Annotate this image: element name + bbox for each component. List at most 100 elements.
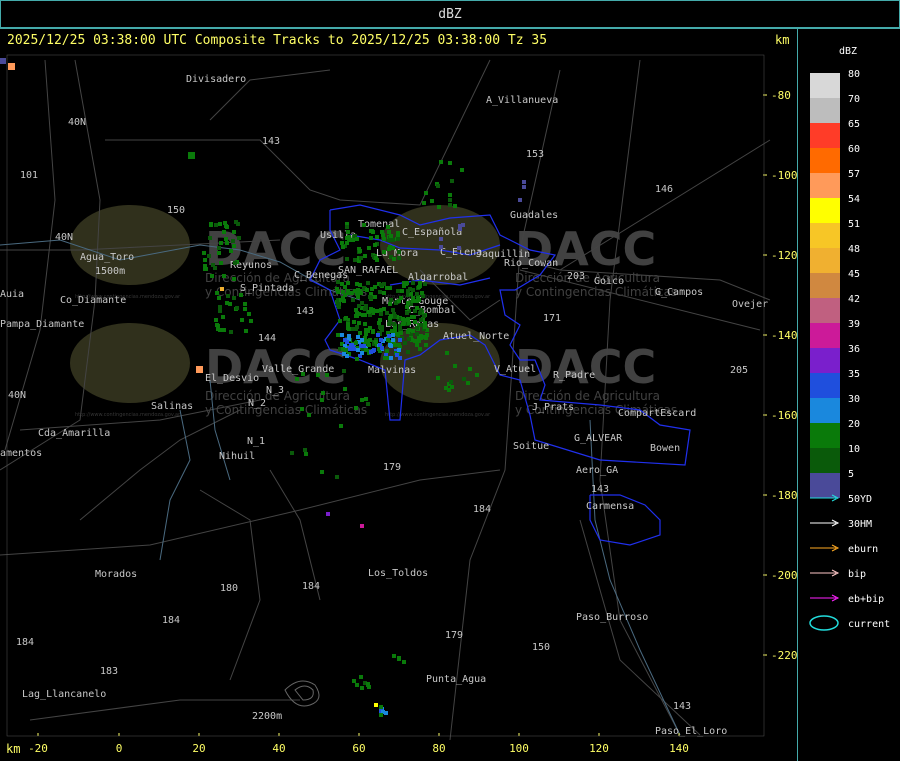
echo-cell bbox=[232, 244, 236, 248]
legend-label: 65 bbox=[848, 119, 860, 130]
echo-cell bbox=[341, 296, 345, 300]
echo-cell bbox=[376, 333, 380, 337]
echo-cell bbox=[188, 152, 195, 159]
echo-cell bbox=[392, 654, 396, 658]
track-label: 30HM bbox=[848, 519, 872, 530]
echo-cell bbox=[449, 380, 453, 384]
echo-cell bbox=[243, 302, 247, 306]
legend-label: 39 bbox=[848, 319, 860, 330]
echo-cell bbox=[365, 288, 369, 292]
echo-cell bbox=[439, 160, 443, 164]
echo-cell bbox=[326, 512, 330, 516]
legend-label: 5 bbox=[848, 469, 854, 480]
place-label: Rio_Cowan bbox=[504, 258, 558, 269]
echo-cell bbox=[203, 258, 207, 262]
echo-cell bbox=[352, 679, 356, 683]
echo-cell bbox=[397, 250, 401, 254]
place-label: Salinas bbox=[151, 401, 193, 412]
echo-cell bbox=[450, 179, 454, 183]
place-label: Guadales bbox=[510, 210, 558, 221]
echo-cell bbox=[379, 705, 383, 709]
echo-cell bbox=[336, 302, 340, 306]
echo-cell bbox=[217, 246, 221, 250]
echo-cell bbox=[368, 295, 372, 299]
echo-cell bbox=[388, 316, 392, 320]
echo-cell bbox=[325, 373, 329, 377]
y-tick-label: -120 bbox=[771, 249, 798, 262]
echo-cell bbox=[375, 309, 379, 313]
place-label: Paso_El_Loro bbox=[655, 726, 727, 737]
x-tick-label: -20 bbox=[28, 742, 48, 755]
echo-cell bbox=[219, 241, 223, 245]
echo-cell bbox=[339, 424, 343, 428]
echo-cell bbox=[396, 231, 400, 235]
radar-map[interactable]: DACCDirección de Agriculturay Contingenc… bbox=[0, 0, 900, 761]
echo-cell bbox=[232, 230, 236, 234]
echo-cell bbox=[229, 330, 233, 334]
legend-label: 60 bbox=[848, 144, 860, 155]
place-label: Los_Toldos bbox=[368, 568, 428, 579]
x-tick-label: 140 bbox=[669, 742, 689, 755]
echo-cell bbox=[385, 349, 389, 353]
echo-cell bbox=[341, 245, 345, 249]
echo-cell bbox=[373, 295, 377, 299]
echo-cell bbox=[214, 223, 218, 227]
echo-cell bbox=[342, 369, 346, 373]
place-label: 40N bbox=[8, 390, 26, 401]
y-tick-label: -220 bbox=[771, 649, 798, 662]
echo-cell bbox=[419, 323, 423, 327]
echo-cell bbox=[392, 322, 396, 326]
y-tick-label: -180 bbox=[771, 489, 798, 502]
echo-cell bbox=[436, 376, 440, 380]
legend-label: 57 bbox=[848, 169, 860, 180]
place-label: Goico bbox=[594, 276, 624, 287]
echo-cell bbox=[219, 261, 223, 265]
echo-cell bbox=[462, 377, 466, 381]
echo-cell bbox=[424, 191, 428, 195]
legend-label: 35 bbox=[848, 369, 860, 380]
echo-cell bbox=[355, 325, 359, 329]
watermark-logo-icon bbox=[70, 323, 190, 403]
echo-cell bbox=[344, 348, 348, 352]
echo-cell bbox=[380, 346, 384, 350]
echo-cell bbox=[366, 682, 370, 686]
echo-cell bbox=[355, 314, 359, 318]
echo-cell bbox=[316, 373, 320, 377]
echo-cell bbox=[368, 338, 372, 342]
legend-swatch bbox=[810, 348, 840, 373]
track-legend: 50YD 30HM eburn bip eb+bip current bbox=[809, 494, 890, 631]
echo-cell bbox=[400, 289, 404, 293]
echo-cell bbox=[359, 675, 363, 679]
echo-cell bbox=[247, 312, 251, 316]
echo-cell bbox=[362, 344, 366, 348]
place-label: 1500m bbox=[95, 266, 125, 277]
place-label: 205 bbox=[730, 365, 748, 376]
y-tick-label: -140 bbox=[771, 329, 798, 342]
echo-cell bbox=[374, 256, 378, 260]
echo-cell bbox=[397, 656, 401, 660]
echo-cell bbox=[405, 305, 409, 309]
echo-cell bbox=[358, 331, 362, 335]
echo-cell bbox=[360, 686, 364, 690]
echo-cell bbox=[232, 296, 236, 300]
watermark-line2: y Contingencias Climáticas bbox=[515, 285, 677, 299]
echo-cell bbox=[364, 348, 368, 352]
echo-cell bbox=[360, 301, 364, 305]
echo-cell bbox=[345, 225, 349, 229]
echo-cell bbox=[411, 296, 415, 300]
echo-cell bbox=[222, 230, 226, 234]
echo-cell bbox=[420, 291, 424, 295]
echo-cell bbox=[382, 307, 386, 311]
echo-cell bbox=[425, 333, 429, 337]
echo-cell bbox=[231, 239, 235, 243]
echo-cell bbox=[204, 267, 208, 271]
echo-cell bbox=[395, 353, 399, 357]
legend-swatch bbox=[810, 198, 840, 223]
echo-cell bbox=[361, 313, 365, 317]
echo-cell bbox=[382, 291, 386, 295]
echo-cell bbox=[389, 298, 393, 302]
track-label: bip bbox=[848, 569, 866, 580]
echo-cell bbox=[351, 327, 355, 331]
echo-cell bbox=[355, 357, 359, 361]
echo-cell bbox=[382, 250, 386, 254]
